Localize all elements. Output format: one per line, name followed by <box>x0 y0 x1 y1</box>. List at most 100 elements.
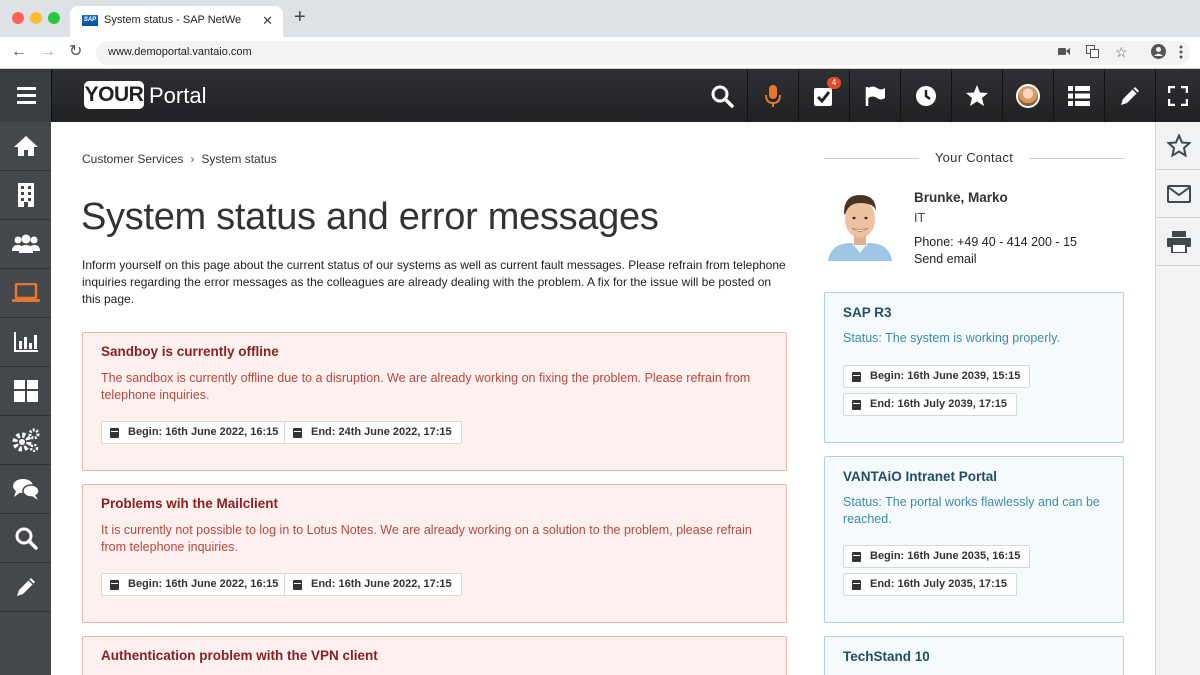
chart-icon[interactable] <box>0 318 51 367</box>
tasks-icon[interactable]: 4 <box>798 69 849 122</box>
end-date-badge: End: 16th July 2039, 17:15 <box>843 393 1017 416</box>
microphone-icon[interactable] <box>747 69 798 122</box>
begin-date-badge: Begin: 16th June 2022, 16:15 <box>101 573 289 596</box>
calendar-icon <box>852 371 861 382</box>
browser-tab[interactable]: SAP System status - SAP NetWe ✕ <box>70 6 283 37</box>
star-icon[interactable] <box>951 69 1002 122</box>
mail-icon[interactable] <box>1156 170 1200 218</box>
browser-tab-bar: SAP System status - SAP NetWe ✕ + <box>0 0 1200 37</box>
portal-header: YOUR Portal 4 <box>0 69 1200 122</box>
right-sidebar <box>1155 122 1200 675</box>
calendar-icon <box>852 579 861 590</box>
search-icon[interactable] <box>0 514 51 563</box>
flag-icon[interactable] <box>849 69 900 122</box>
calendar-icon <box>110 427 119 438</box>
translate-icon[interactable] <box>1086 45 1099 61</box>
left-sidebar <box>0 122 51 675</box>
chat-icon[interactable] <box>0 465 51 514</box>
address-bar[interactable]: www.demoportal.vantaio.com ☆ <box>96 41 1190 65</box>
system-name: VANTAiO Intranet Portal <box>843 469 998 484</box>
calendar-icon <box>293 427 302 438</box>
browser-toolbar: ← → ↻ www.demoportal.vantaio.com ☆ <box>0 37 1200 69</box>
error-message-card: Authentication problem with the VPN clie… <box>82 636 787 675</box>
search-icon[interactable] <box>696 69 747 122</box>
home-icon[interactable] <box>0 122 51 171</box>
contact-name: Brunke, Marko <box>914 190 1008 205</box>
fullscreen-icon[interactable] <box>1155 69 1200 122</box>
begin-date-text: Begin: 16th June 2022, 16:15 <box>128 426 279 438</box>
camera-icon[interactable] <box>1058 45 1070 59</box>
laptop-icon[interactable] <box>0 269 51 318</box>
profile-icon[interactable] <box>1151 44 1166 62</box>
error-message-card: Problems wih the Mailclient It is curren… <box>82 484 787 623</box>
tab-title: System status - SAP NetWe <box>104 14 242 26</box>
message-title: Authentication problem with the VPN clie… <box>101 648 378 663</box>
pencil-icon[interactable] <box>1104 69 1155 122</box>
avatar[interactable] <box>1002 69 1053 122</box>
star-icon[interactable] <box>1156 122 1200 170</box>
user-avatar-image <box>1016 83 1040 108</box>
chevron-right-icon: › <box>190 152 195 166</box>
new-tab-button[interactable]: + <box>294 7 306 27</box>
close-window-button[interactable] <box>12 12 24 24</box>
divider <box>1029 158 1124 159</box>
begin-date-badge: Begin: 16th June 2022, 16:15 <box>101 421 289 444</box>
begin-date-text: Begin: 16th June 2022, 16:15 <box>128 578 279 590</box>
contact-department: IT <box>914 211 926 225</box>
system-status-card: SAP R3 Status: The system is working pro… <box>824 292 1124 443</box>
error-message-card: Sandboy is currently offline The sandbox… <box>82 332 787 471</box>
building-icon[interactable] <box>0 171 51 220</box>
breadcrumb-current: System status <box>201 152 277 166</box>
begin-date-badge: Begin: 16th June 2039, 15:15 <box>843 365 1031 388</box>
calendar-icon <box>852 399 861 410</box>
system-name: TechStand 10 <box>843 649 930 664</box>
end-date-text: End: 24th June 2022, 17:15 <box>311 426 452 438</box>
settings-icon[interactable] <box>0 416 51 465</box>
end-date-badge: End: 16th July 2035, 17:15 <box>843 573 1017 596</box>
reload-icon[interactable]: ↻ <box>69 43 82 61</box>
dashboard-icon[interactable] <box>0 367 51 416</box>
back-arrow-icon[interactable]: ← <box>11 43 27 61</box>
logo[interactable]: YOUR <box>84 81 144 109</box>
system-status-card: TechStand 10 <box>824 636 1124 675</box>
bookmark-star-icon[interactable]: ☆ <box>1115 44 1128 61</box>
menu-icon[interactable] <box>0 69 52 122</box>
breadcrumb: Customer Services › System status <box>82 152 277 166</box>
close-tab-icon[interactable]: ✕ <box>262 13 273 29</box>
begin-date-text: Begin: 16th June 2039, 15:15 <box>870 370 1021 382</box>
forward-arrow-icon[interactable]: → <box>40 43 56 61</box>
send-email-link[interactable]: Send email <box>914 252 977 266</box>
message-title: Problems wih the Mailclient <box>101 496 279 511</box>
end-date-text: End: 16th July 2035, 17:15 <box>870 578 1007 590</box>
system-status-text: Status: The system is working properly. <box>843 331 1060 345</box>
system-status-card: VANTAiO Intranet Portal Status: The port… <box>824 456 1124 623</box>
print-icon[interactable] <box>1156 218 1200 266</box>
message-body: The sandbox is currently offline due to … <box>101 371 751 402</box>
minimize-window-button[interactable] <box>30 12 42 24</box>
end-date-text: End: 16th July 2039, 17:15 <box>870 398 1007 410</box>
message-body: It is currently not possible to log in t… <box>101 523 752 554</box>
pencil-icon[interactable] <box>0 563 51 612</box>
message-title: Sandboy is currently offline <box>101 344 279 359</box>
system-name: SAP R3 <box>843 305 892 320</box>
list-icon[interactable] <box>1053 69 1104 122</box>
logo-text: Portal <box>149 83 207 108</box>
contact-phone: Phone: +49 40 - 414 200 - 15 <box>914 235 1077 249</box>
calendar-icon <box>852 551 861 562</box>
contact-heading: Your Contact <box>824 150 1124 166</box>
begin-date-text: Begin: 16th June 2035, 16:15 <box>870 550 1021 562</box>
contact-photo <box>824 187 896 261</box>
clock-icon[interactable] <box>900 69 951 122</box>
breadcrumb-parent-link[interactable]: Customer Services <box>82 152 183 166</box>
end-date-text: End: 16th June 2022, 17:15 <box>311 578 452 590</box>
page-intro: Inform yourself on this page about the c… <box>82 258 786 306</box>
begin-date-badge: Begin: 16th June 2035, 16:15 <box>843 545 1031 568</box>
sap-favicon-icon: SAP <box>82 15 98 26</box>
maximize-window-button[interactable] <box>48 12 60 24</box>
users-icon[interactable] <box>0 220 51 269</box>
url-text[interactable]: www.demoportal.vantaio.com <box>108 46 252 58</box>
calendar-icon <box>110 579 119 590</box>
end-date-badge: End: 16th June 2022, 17:15 <box>284 573 462 596</box>
tasks-badge: 4 <box>827 77 841 89</box>
browser-menu-icon[interactable] <box>1179 45 1183 62</box>
